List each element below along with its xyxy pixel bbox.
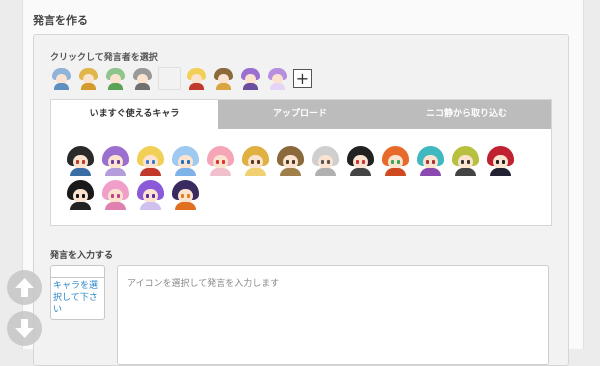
tab-upload[interactable]: アップロード <box>218 100 382 129</box>
arrow-up-icon <box>15 278 34 297</box>
character-icon[interactable] <box>240 145 271 176</box>
character-icon[interactable] <box>380 145 411 176</box>
character-select-box[interactable]: キャラを選択して下さい <box>50 265 105 320</box>
add-speaker-button[interactable]: + <box>293 69 312 88</box>
speaker-avatar[interactable] <box>50 67 73 90</box>
arrow-down-icon <box>15 319 34 338</box>
character-select-text[interactable]: キャラを選択して下さい <box>53 280 104 316</box>
tab-bar: いますぐ使えるキャラ アップロード ニコ静から取り込む <box>51 100 551 129</box>
speaker-avatar[interactable] <box>158 67 181 90</box>
speaker-avatar[interactable] <box>239 67 262 90</box>
character-icon[interactable] <box>345 145 376 176</box>
character-icon[interactable] <box>205 145 236 176</box>
input-section-label: 発言を入力する <box>50 251 114 261</box>
scroll-down-button[interactable] <box>7 311 42 346</box>
character-icon[interactable] <box>65 179 96 210</box>
character-icon[interactable] <box>485 145 516 176</box>
section-title: 発言を作る <box>33 14 88 27</box>
character-icon[interactable] <box>450 145 481 176</box>
compose-panel: クリックして発言者を選択 + いますぐ使えるキャラ アップロード ニコ静から取り… <box>33 34 569 366</box>
speaker-avatar[interactable] <box>77 67 100 90</box>
tab-nico-import[interactable]: ニコ静から取り込む <box>382 100 551 129</box>
character-tabs-box: いますぐ使えるキャラ アップロード ニコ静から取り込む <box>50 99 552 226</box>
character-icon[interactable] <box>135 145 166 176</box>
character-grid <box>65 145 535 210</box>
speaker-avatar[interactable] <box>131 67 154 90</box>
tab-ready-characters[interactable]: いますぐ使えるキャラ <box>51 100 218 129</box>
speaker-avatar[interactable] <box>266 67 289 90</box>
speaker-select-label: クリックして発言者を選択 <box>50 53 158 63</box>
character-icon[interactable] <box>135 179 166 210</box>
page-container: 発言を作る クリックして発言者を選択 + いますぐ使えるキャラ アップロード ニ… <box>22 0 584 366</box>
character-icon[interactable] <box>415 145 446 176</box>
divider <box>51 277 104 278</box>
character-icon[interactable] <box>100 179 131 210</box>
character-icon[interactable] <box>65 145 96 176</box>
character-icon[interactable] <box>170 145 201 176</box>
character-icon[interactable] <box>310 145 341 176</box>
message-placeholder: アイコンを選択して発言を入力します <box>127 279 280 289</box>
speaker-avatar[interactable] <box>185 67 208 90</box>
character-icon[interactable] <box>100 145 131 176</box>
scroll-up-button[interactable] <box>7 270 42 305</box>
speaker-avatar[interactable] <box>212 67 235 90</box>
speaker-list: + <box>50 67 312 90</box>
speaker-avatar[interactable] <box>104 67 127 90</box>
character-icon[interactable] <box>275 145 306 176</box>
message-input[interactable]: アイコンを選択して発言を入力します <box>117 265 549 365</box>
character-icon[interactable] <box>170 179 201 210</box>
